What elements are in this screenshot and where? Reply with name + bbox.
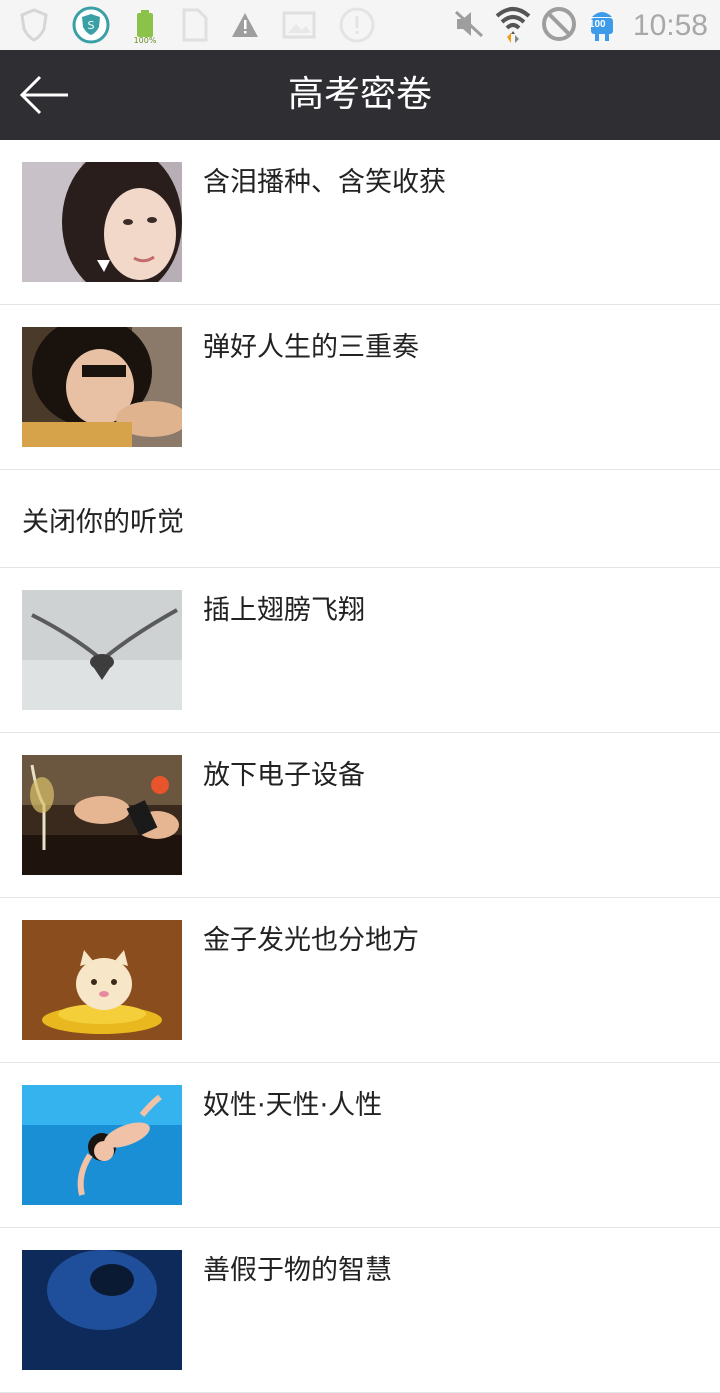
- thumbnail-image: [22, 1085, 182, 1205]
- list-item[interactable]: 放下电子设备: [0, 733, 720, 898]
- battery-app-icon: 100%: [132, 9, 158, 45]
- no-entry-icon: [541, 6, 577, 46]
- list-item-title: 奴性·天性·人性: [203, 1090, 383, 1121]
- image-icon: [282, 10, 316, 44]
- warning-icon: [230, 11, 260, 43]
- sd-card-icon: [180, 8, 208, 46]
- list-item-title: 关闭你的听觉: [22, 507, 184, 538]
- android-icon: 100: [587, 5, 617, 47]
- battery-percent-text: 100%: [133, 35, 157, 45]
- list-item-title: 弹好人生的三重奏: [203, 332, 419, 363]
- page-title: 高考密卷: [287, 74, 432, 115]
- thumbnail-image: [22, 755, 182, 875]
- list-item[interactable]: 金子发光也分地方: [0, 898, 720, 1063]
- article-list: 含泪播种、含笑收获 弹好人生的三重奏 关闭你的听觉 插上翅膀飞翔 放下电子设备 …: [0, 140, 720, 1393]
- list-item[interactable]: 奴性·天性·人性: [0, 1063, 720, 1228]
- mute-icon: [453, 8, 485, 44]
- thumbnail-image: [22, 590, 182, 710]
- status-bar: S 100% 100 10:58: [0, 0, 720, 50]
- list-item[interactable]: 含泪播种、含笑收获: [0, 140, 720, 305]
- status-left-icons: S 100%: [18, 6, 376, 48]
- list-item-title: 放下电子设备: [203, 760, 365, 791]
- status-right-icons: 100 10:58: [453, 4, 708, 48]
- app-bar: 高考密卷: [0, 50, 720, 140]
- thumbnail-image: [22, 162, 182, 282]
- thumbnail-image: [22, 327, 182, 447]
- list-item-title: 善假于物的智慧: [203, 1255, 392, 1286]
- back-button[interactable]: [16, 70, 72, 120]
- list-item[interactable]: 关闭你的听觉: [0, 470, 720, 568]
- back-arrow-icon: [19, 75, 68, 115]
- shield-outline-icon: [18, 7, 50, 47]
- svg-text:S: S: [88, 19, 95, 32]
- android-badge-text: 100: [588, 19, 606, 30]
- alert-circle-icon: [338, 6, 376, 48]
- security-app-icon: S: [72, 6, 110, 48]
- list-item[interactable]: 插上翅膀飞翔: [0, 568, 720, 733]
- status-time: 10:58: [632, 9, 708, 42]
- list-item-title: 金子发光也分地方: [203, 925, 419, 956]
- thumbnail-image: [22, 920, 182, 1040]
- list-item[interactable]: 善假于物的智慧: [0, 1228, 720, 1393]
- list-item-title: 含泪播种、含笑收获: [203, 167, 446, 198]
- wifi-icon: [495, 4, 531, 48]
- list-item[interactable]: 弹好人生的三重奏: [0, 305, 720, 470]
- list-item-title: 插上翅膀飞翔: [203, 595, 365, 626]
- thumbnail-image: [22, 1250, 182, 1370]
